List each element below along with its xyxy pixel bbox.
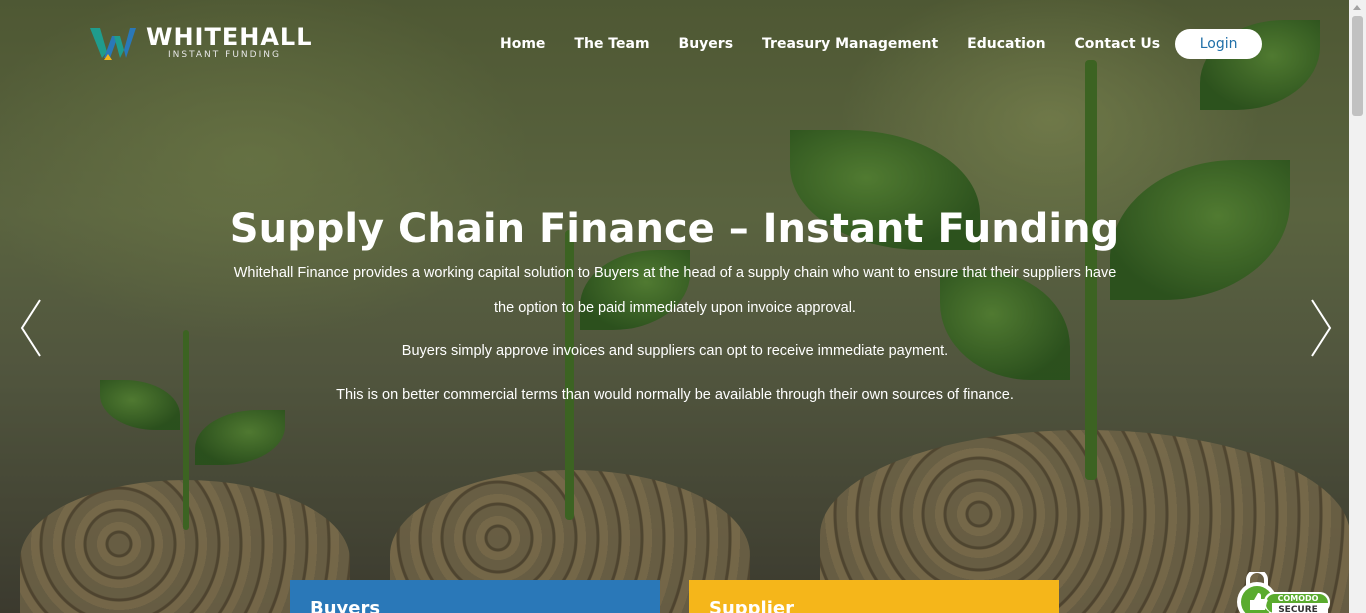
brand-tagline: INSTANT FUNDING <box>168 50 281 60</box>
badge-line2: SECURE <box>1278 605 1318 613</box>
scroll-up-arrow-icon[interactable] <box>1353 5 1361 10</box>
hero-banner: WHITEHALL INSTANT FUNDING Home The Team … <box>0 0 1349 613</box>
hero-paragraph-2: Buyers simply approve invoices and suppl… <box>401 343 949 359</box>
supplier-card-title: Supplier <box>709 598 794 613</box>
nav-buyers[interactable]: Buyers <box>679 36 734 52</box>
nav-treasury-management[interactable]: Treasury Management <box>762 36 938 52</box>
buyers-card[interactable]: Buyers <box>290 580 660 613</box>
hero-paragraph-3: This is on better commercial terms than … <box>336 387 1014 403</box>
nav-home[interactable]: Home <box>500 36 545 52</box>
hero-paragraph-1: Whitehall Finance provides a working cap… <box>233 265 1117 316</box>
supplier-card[interactable]: Supplier <box>689 580 1059 613</box>
scrollbar-thumb[interactable] <box>1352 16 1363 116</box>
nav-the-team[interactable]: The Team <box>574 36 649 52</box>
nav-education[interactable]: Education <box>967 36 1045 52</box>
brand-logo[interactable]: WHITEHALL INSTANT FUNDING <box>90 24 313 60</box>
login-button[interactable]: Login <box>1175 29 1263 59</box>
comodo-secure-badge-icon[interactable]: COMODO SECURE <box>1236 572 1332 613</box>
chevron-right-icon[interactable] <box>1304 296 1334 360</box>
nav-contact-us[interactable]: Contact Us <box>1075 36 1161 52</box>
badge-line1: COMODO <box>1278 594 1319 603</box>
whitehall-w-logo-icon <box>90 28 136 60</box>
page-scrollbar[interactable] <box>1349 0 1366 613</box>
buyers-card-title: Buyers <box>310 598 381 613</box>
brand-name: WHITEHALL <box>146 23 313 51</box>
main-navigation: Home The Team Buyers Treasury Management… <box>500 29 1263 59</box>
chevron-left-icon[interactable] <box>18 296 48 360</box>
hero-title: Supply Chain Finance – Instant Funding <box>229 206 1120 252</box>
